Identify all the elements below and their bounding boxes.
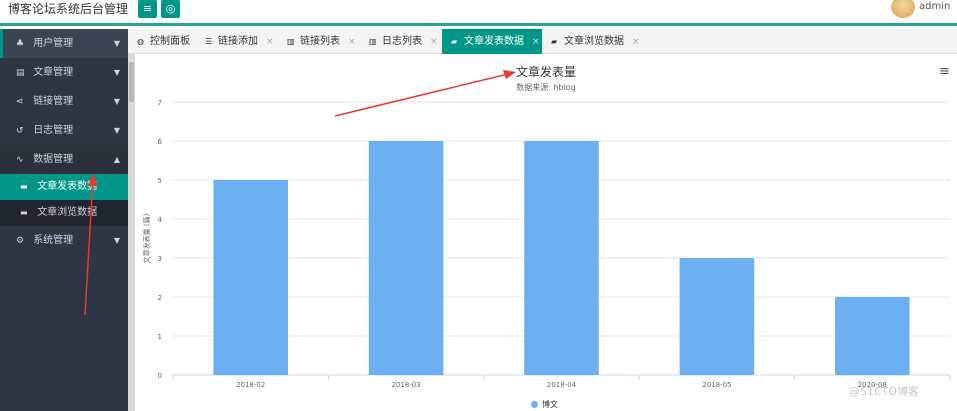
annotation-arrowhead: [503, 70, 516, 79]
annotation-arrowhead: [88, 173, 98, 186]
annotation-overlay: [84, 70, 516, 316]
annotation-arrow-line: [84, 177, 94, 316]
annotation-arrow-line: [334, 72, 513, 117]
